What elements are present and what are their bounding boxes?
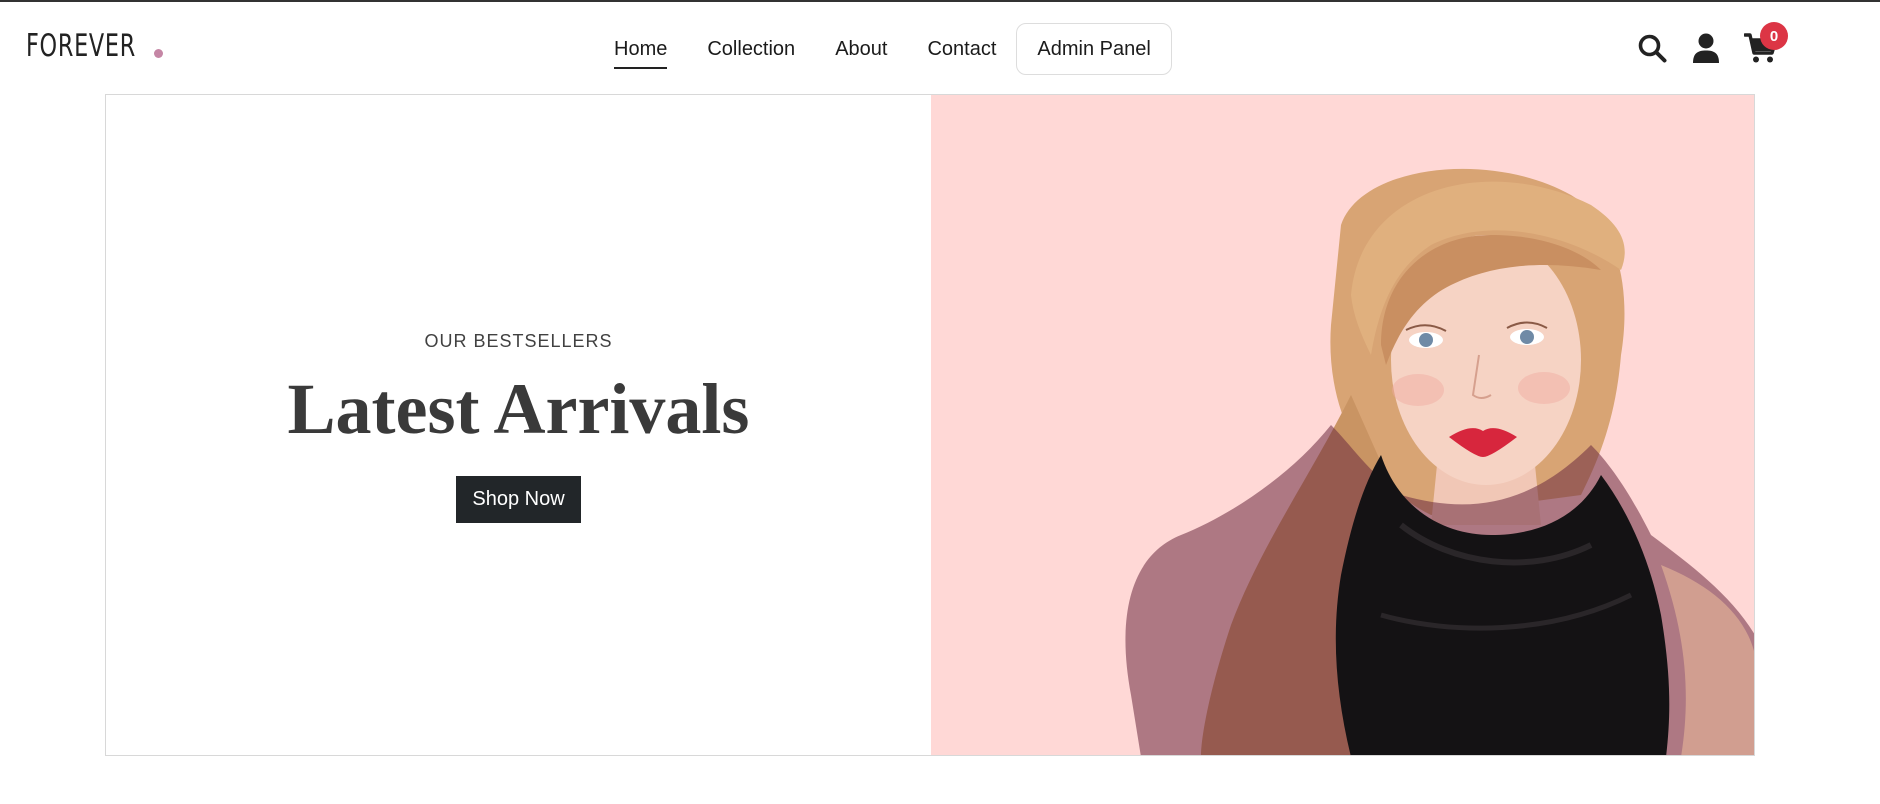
nav-collection[interactable]: Collection xyxy=(707,38,795,61)
nav-about[interactable]: About xyxy=(835,38,887,61)
main-nav: Home Collection About Contact Admin Pane… xyxy=(614,22,1172,76)
admin-panel-button[interactable]: Admin Panel xyxy=(1016,23,1172,75)
hero-text-panel: OUR BESTSELLERS Latest Arrivals Shop Now xyxy=(106,95,931,755)
hero-title: Latest Arrivals xyxy=(287,369,750,449)
hero-banner: OUR BESTSELLERS Latest Arrivals Shop Now xyxy=(105,94,1755,756)
hero-eyebrow: OUR BESTSELLERS xyxy=(424,331,613,351)
brand-dot xyxy=(153,49,163,58)
nav-contact[interactable]: Contact xyxy=(927,38,996,61)
model-portrait xyxy=(1124,168,1754,755)
brand-name: FOREVER xyxy=(26,28,136,64)
site-header: FOREVER Home Collection About Contact Ad… xyxy=(0,2,1880,94)
cart-count-badge: 0 xyxy=(1760,22,1788,50)
nav-home[interactable]: Home xyxy=(614,38,668,69)
hero-image xyxy=(930,95,1754,755)
search-icon[interactable] xyxy=(1636,32,1668,64)
shop-now-button[interactable]: Shop Now xyxy=(456,476,581,523)
brand-logo[interactable]: FOREVER xyxy=(26,30,163,62)
user-icon[interactable] xyxy=(1690,32,1722,64)
